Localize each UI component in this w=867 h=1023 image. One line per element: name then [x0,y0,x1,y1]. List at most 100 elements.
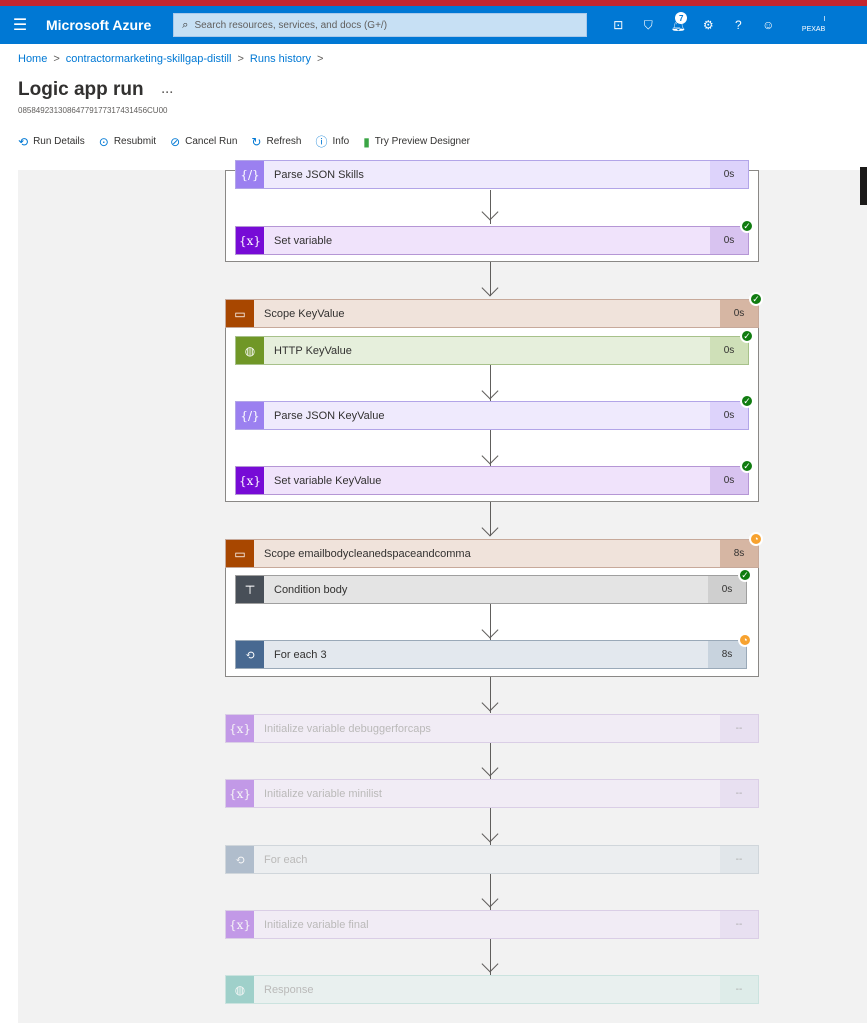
try-preview-label: Try Preview Designer [374,136,471,147]
breadcrumb-separator: > [317,53,324,65]
step-label: Parse JSON KeyValue [274,409,385,422]
command-toolbar: ⟲ Run Details ⊙ Resubmit ⊘ Cancel Run ↻ Refr… [18,133,470,150]
step-init-variable-minilist[interactable]: {x} Initialize variable minilist -- [225,779,759,808]
notifications-bell-icon[interactable]: 🔔︎ 7 [663,6,693,44]
run-details-label: Run Details [33,136,85,147]
step-for-each[interactable]: ⟲ For each -- [225,845,759,874]
loop-icon: ⟲ [236,641,264,668]
loop-icon: ⟲ [226,846,254,873]
step-label: Response [264,983,314,996]
step-label: Initialize variable debuggerforcaps [264,722,431,735]
breadcrumb-separator: > [237,53,244,65]
step-scope-keyvalue[interactable]: ▭ Scope KeyValue 0s [225,299,759,328]
step-scope-emailbody[interactable]: ▭ Scope emailbodycleanedspaceandcomma 8s [225,539,759,568]
search-placeholder: Search resources, services, and docs (G+… [194,19,388,31]
info-button[interactable]: ⓘ Info [315,133,349,150]
variable-icon: {x} [236,467,264,494]
step-label: For each 3 [274,648,327,661]
history-icon: ⟲ [18,134,29,149]
user-account-menu[interactable]: I PEXAB [801,15,825,35]
variable-icon: {x} [226,911,254,938]
cloud-shell-icon[interactable]: ⊡ [603,6,633,44]
step-duration: -- [720,780,758,807]
step-duration: 0s [710,161,748,188]
run-details-button[interactable]: ⟲ Run Details [18,135,85,149]
refresh-label: Refresh [266,136,302,147]
resubmit-label: Resubmit [113,136,157,147]
step-duration: -- [720,715,758,742]
step-parse-json-skills[interactable]: {/} Parse JSON Skills 0s [235,160,749,189]
help-question-icon[interactable]: ? [723,6,753,44]
running-clock-icon: ◔ [749,532,763,546]
step-set-variable[interactable]: {x} Set variable 0s [235,226,749,255]
json-icon: {/} [236,161,264,188]
run-id: 08584923130864779177317431456CU00 [18,106,168,115]
step-init-variable-final[interactable]: {x} Initialize variable final -- [225,910,759,939]
scope-icon: ▭ [226,540,254,567]
condition-icon: ⊤ [236,576,264,603]
json-icon: {/} [236,402,264,429]
running-clock-icon: ◔ [738,633,752,647]
cancel-run-label: Cancel Run [185,136,238,147]
success-check-icon: ✓ [740,459,754,473]
step-label: Initialize variable minilist [264,787,382,800]
success-check-icon: ✓ [740,329,754,343]
feedback-person-icon[interactable]: ☺ [753,6,783,44]
refresh-icon: ↻ [251,134,262,149]
refresh-button[interactable]: ↻ Refresh [251,135,301,149]
cancel-run-button[interactable]: ⊘ Cancel Run [170,135,237,149]
step-for-each-3[interactable]: ⟲ For each 3 8s [235,640,747,669]
breadcrumb-home[interactable]: Home [18,53,47,65]
response-globe-icon: ◍ [226,976,254,1003]
scope-icon: ▭ [226,300,254,327]
resubmit-icon: ⊙ [98,134,109,149]
step-label: Set variable KeyValue [274,474,382,487]
bookmark-icon: ▮ [363,134,370,149]
try-preview-designer-button[interactable]: ▮ Try Preview Designer [363,135,470,149]
step-set-variable-keyvalue[interactable]: {x} Set variable KeyValue 0s [235,466,749,495]
top-navigation-bar: ☰ Microsoft Azure ⌕ Search resources, se… [0,6,867,44]
step-http-keyvalue[interactable]: ◍ HTTP KeyValue 0s [235,336,749,365]
page-title-row: Logic app run ... [18,79,174,101]
step-init-variable-debuggerforcaps[interactable]: {x} Initialize variable debuggerforcaps … [225,714,759,743]
step-label: For each [264,853,308,866]
settings-gear-icon[interactable]: ⚙ [693,6,723,44]
breadcrumb: Home > contractormarketing-skillgap-dist… [18,53,323,65]
breadcrumb-runs-history[interactable]: Runs history [250,53,311,65]
step-response[interactable]: ◍ Response -- [225,975,759,1004]
step-label: Scope emailbodycleanedspaceandcomma [264,547,471,560]
step-label: HTTP KeyValue [274,344,352,357]
step-condition-body[interactable]: ⊤ Condition body 0s [235,575,747,604]
cancel-icon: ⊘ [170,134,181,149]
step-duration: -- [720,976,758,1003]
user-line1: I [823,16,826,23]
search-icon: ⌕ [182,18,189,31]
step-parse-json-keyvalue[interactable]: {/} Parse JSON KeyValue 0s [235,401,749,430]
step-label: Condition body [274,583,348,596]
step-label: Initialize variable final [264,918,369,931]
variable-icon: {x} [226,780,254,807]
info-label: Info [332,136,350,147]
success-check-icon: ✓ [749,292,763,306]
notification-count-badge: 7 [675,12,688,24]
page-title: Logic app run [18,79,144,100]
success-check-icon: ✓ [738,568,752,582]
directory-filter-icon[interactable]: ⛉ [633,6,663,44]
breadcrumb-separator: > [53,53,60,65]
step-duration: -- [720,911,758,938]
brand-title[interactable]: Microsoft Azure [46,17,151,33]
success-check-icon: ✓ [740,219,754,233]
success-check-icon: ✓ [740,394,754,408]
resubmit-button[interactable]: ⊙ Resubmit [99,135,156,149]
user-line2: PEXAB [801,26,826,33]
step-label: Set variable [274,234,333,247]
hamburger-icon[interactable]: ☰ [0,15,40,35]
side-panel-handle[interactable] [860,167,867,205]
variable-icon: {x} [236,227,264,254]
step-label: Scope KeyValue [264,307,345,320]
global-search-box[interactable]: ⌕ Search resources, services, and docs (… [173,13,588,37]
step-duration: -- [720,846,758,873]
breadcrumb-logic-app[interactable]: contractormarketing-skillgap-distill [66,53,232,65]
step-label: Parse JSON Skills [274,168,364,181]
more-options-icon[interactable]: ... [162,84,174,96]
